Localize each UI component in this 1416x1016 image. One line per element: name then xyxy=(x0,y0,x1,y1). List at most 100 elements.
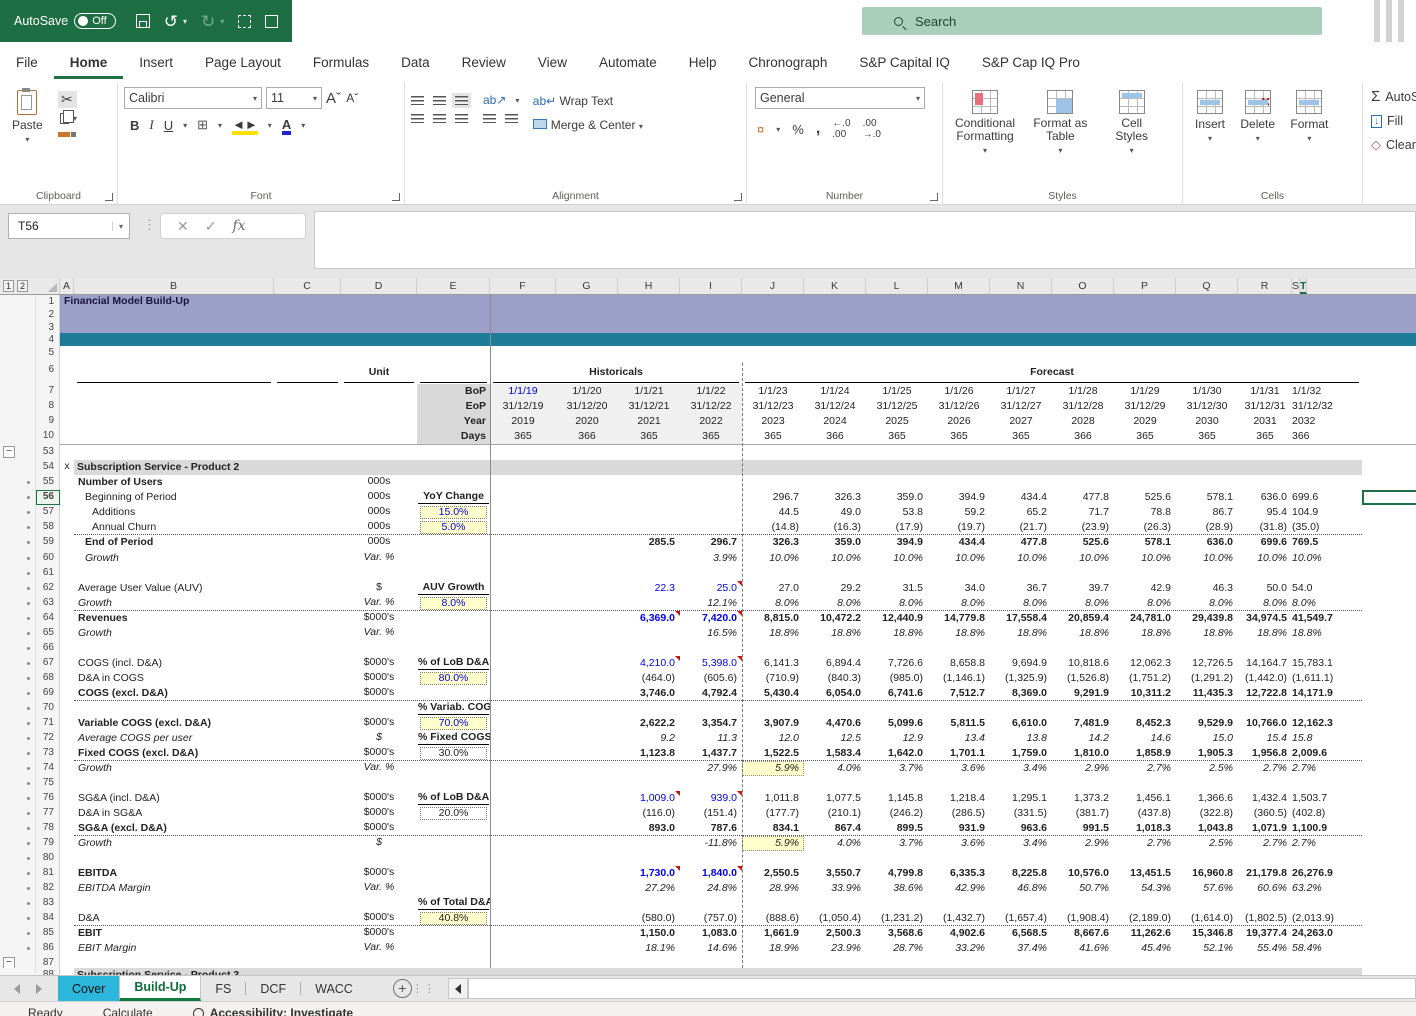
cancel-icon[interactable]: ✕ xyxy=(177,218,189,235)
date-cell[interactable]: 1/1/31 xyxy=(1238,384,1292,399)
outline-gutter[interactable] xyxy=(0,321,36,333)
row-header-80[interactable]: 80 xyxy=(36,851,60,866)
row-header-88[interactable]: 88 xyxy=(36,968,60,975)
value-cell[interactable]: 12.0 xyxy=(742,731,804,746)
value-cell[interactable]: 769.5 xyxy=(1292,535,1323,551)
row-label[interactable]: Variable COGS (excl. D&A) xyxy=(74,716,341,731)
value-cell[interactable]: 1,456.1 xyxy=(1114,791,1176,806)
value-cell[interactable]: 18.8% xyxy=(990,626,1052,641)
value-cell[interactable]: 53.8 xyxy=(866,505,928,520)
outline-gutter[interactable] xyxy=(0,776,36,791)
value-cell[interactable] xyxy=(990,701,1052,716)
value-cell[interactable]: 52.1% xyxy=(1176,941,1238,956)
value-cell[interactable] xyxy=(556,821,618,836)
unit-cell[interactable]: $000's xyxy=(341,656,417,671)
value-cell[interactable]: 44.5 xyxy=(742,505,804,520)
assumption-cell[interactable]: 8.0% xyxy=(417,596,490,611)
cell[interactable] xyxy=(60,671,74,686)
value-cell[interactable] xyxy=(490,941,556,956)
assumption-cell[interactable] xyxy=(417,761,490,776)
value-cell[interactable] xyxy=(680,701,742,716)
value-cell[interactable]: 5,430.4 xyxy=(742,686,804,701)
assumption-cell[interactable]: 70.0% xyxy=(417,716,490,731)
outline-gutter[interactable] xyxy=(0,384,36,399)
outline-gutter[interactable] xyxy=(0,926,36,941)
value-cell[interactable]: 1,145.8 xyxy=(866,791,928,806)
cell[interactable] xyxy=(60,551,74,566)
cell[interactable] xyxy=(60,941,74,956)
banner-row-3[interactable] xyxy=(60,321,1416,333)
assumption-header[interactable]: AUV Growth xyxy=(418,581,489,595)
value-cell[interactable] xyxy=(556,551,618,566)
value-cell[interactable] xyxy=(490,716,556,731)
value-cell[interactable]: 15,346.8 xyxy=(1176,926,1238,941)
value-cell[interactable]: 71.7 xyxy=(1052,505,1114,520)
row-header-87[interactable]: 87 xyxy=(36,956,60,968)
date-cell[interactable]: 2032 xyxy=(1292,414,1315,429)
outline-gutter[interactable] xyxy=(0,881,36,896)
outline-gutter[interactable] xyxy=(0,836,36,851)
value-cell[interactable]: 636.0 xyxy=(1238,490,1292,505)
outline-gutter[interactable] xyxy=(0,641,36,656)
column-header-P[interactable]: P xyxy=(1114,278,1176,294)
value-cell[interactable] xyxy=(490,535,556,551)
value-cell[interactable]: 7,481.9 xyxy=(1052,716,1114,731)
row-header-10[interactable]: 10 xyxy=(36,429,60,445)
value-cell[interactable]: 4,792.4 xyxy=(680,686,742,701)
value-cell[interactable]: 963.6 xyxy=(990,821,1052,836)
cell[interactable] xyxy=(60,611,74,626)
value-cell[interactable] xyxy=(490,671,556,686)
value-cell[interactable]: 12,440.9 xyxy=(866,611,928,626)
unit-cell[interactable]: $000's xyxy=(341,671,417,686)
date-cell[interactable]: 31/12/24 xyxy=(804,399,866,414)
date-cell[interactable]: 1/1/24 xyxy=(804,384,866,399)
value-cell[interactable] xyxy=(556,791,618,806)
value-cell[interactable] xyxy=(1114,701,1176,716)
value-cell[interactable]: 787.6 xyxy=(680,821,742,836)
outline-gutter[interactable] xyxy=(0,761,36,776)
align-left-icon[interactable] xyxy=(411,114,424,123)
new-sheet-button[interactable]: + xyxy=(393,979,412,998)
underline-chevron-icon[interactable]: ▾ xyxy=(183,121,187,130)
column-header-I[interactable]: I xyxy=(680,278,742,294)
value-cell[interactable]: (26.3) xyxy=(1114,520,1176,535)
value-cell[interactable]: 3.6% xyxy=(928,761,990,776)
value-cell[interactable] xyxy=(556,896,618,911)
fill-color-chevron-icon[interactable]: ▾ xyxy=(268,121,272,130)
sheet-tab-fs[interactable]: FS xyxy=(201,976,245,1001)
value-cell[interactable]: 24,263.0 xyxy=(1292,926,1338,941)
align-middle-icon[interactable] xyxy=(433,96,446,105)
row-header-63[interactable]: 63 xyxy=(36,596,60,611)
unit-cell[interactable]: 000s xyxy=(341,490,417,505)
sheet-tab-build-up[interactable]: Build-Up xyxy=(119,976,201,1001)
date-cell[interactable]: 366 xyxy=(556,429,618,445)
row-header-6[interactable]: 6 xyxy=(36,363,60,384)
assumption-cell[interactable]: 80.0% xyxy=(417,671,490,686)
row-header-72[interactable]: 72 xyxy=(36,731,60,746)
value-cell[interactable]: 18.8% xyxy=(1114,626,1176,641)
outline-gutter[interactable] xyxy=(0,475,36,490)
date-cell[interactable]: 2022 xyxy=(680,414,742,429)
row-header-3[interactable]: 3 xyxy=(36,321,60,333)
selected-cell-T56[interactable] xyxy=(1362,490,1416,505)
date-cell[interactable]: 2027 xyxy=(990,414,1052,429)
name-box[interactable]: T56 ▾ xyxy=(8,213,130,239)
value-cell[interactable]: 17,558.4 xyxy=(990,611,1052,626)
fill-button[interactable]: ↓ Fill xyxy=(1371,114,1416,128)
value-cell[interactable]: 59.2 xyxy=(928,505,990,520)
value-cell[interactable] xyxy=(1238,896,1292,911)
value-cell[interactable]: 3.4% xyxy=(990,761,1052,776)
outline-gutter[interactable] xyxy=(0,626,36,641)
value-cell[interactable]: 86.7 xyxy=(1176,505,1238,520)
assumption-cell[interactable] xyxy=(417,941,490,956)
value-cell[interactable] xyxy=(490,626,556,641)
value-cell[interactable] xyxy=(490,475,556,490)
outline-gutter[interactable] xyxy=(0,490,36,505)
value-cell[interactable] xyxy=(618,490,680,505)
horizontal-scrollbar[interactable] xyxy=(468,978,1416,999)
value-cell[interactable] xyxy=(490,881,556,896)
row-header-81[interactable]: 81 xyxy=(36,866,60,881)
value-cell[interactable]: 23.9% xyxy=(804,941,866,956)
value-cell[interactable]: 8.0% xyxy=(1238,596,1292,611)
row-header-4[interactable]: 4 xyxy=(36,333,60,346)
